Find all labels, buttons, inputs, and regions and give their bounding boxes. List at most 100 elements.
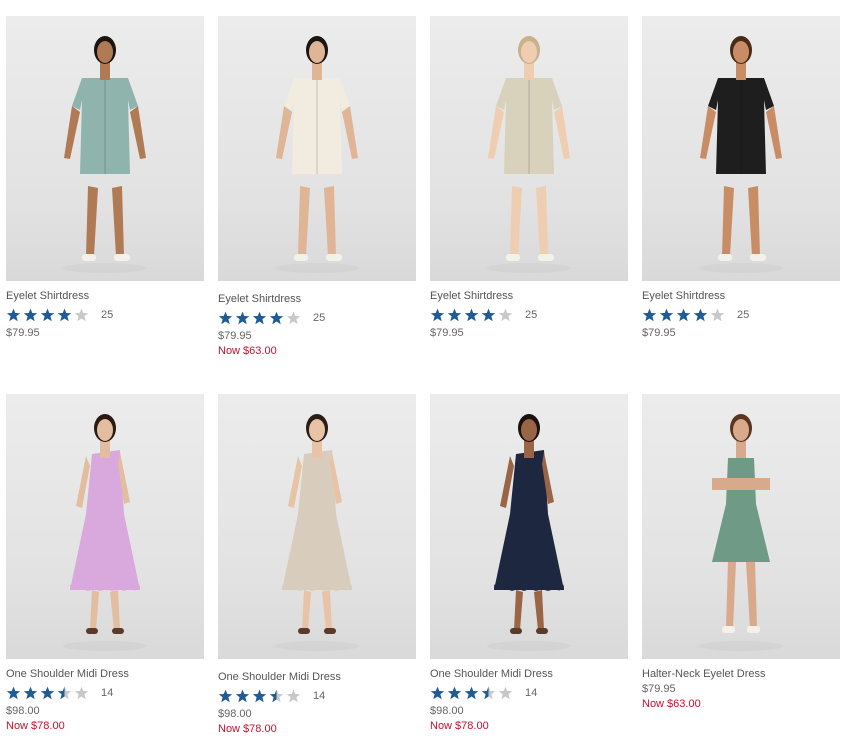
star-icon (218, 311, 233, 325)
product-name[interactable]: Eyelet Shirtdress (430, 290, 628, 303)
star-icon (57, 308, 72, 322)
product-card[interactable]: One Shoulder Midi Dress 14 $98.00 Now $7… (430, 394, 628, 733)
star-icon (286, 311, 301, 325)
review-count: 25 (313, 312, 326, 324)
sale-price: Now $78.00 (6, 720, 65, 732)
model-photo (699, 414, 783, 651)
product-price: $98.00 (218, 708, 252, 720)
review-count: 14 (313, 690, 326, 702)
product-card[interactable]: Halter-Neck Eyelet Dress $79.95 Now $63.… (642, 394, 840, 711)
star-icon (430, 686, 445, 700)
product-rating[interactable]: 25 (642, 306, 840, 324)
product-card[interactable]: One Shoulder Midi Dress 14 $98.00 Now $7… (218, 394, 416, 736)
star-icon (676, 308, 691, 322)
sale-price: Now $78.00 (430, 720, 489, 732)
star-rating (218, 689, 303, 703)
model-photo (487, 414, 571, 651)
sale-price: Now $78.00 (218, 723, 277, 735)
star-rating (642, 308, 727, 322)
star-icon (57, 686, 72, 700)
review-count: 25 (101, 309, 114, 321)
star-icon (6, 686, 21, 700)
sale-price: Now $63.00 (642, 698, 701, 710)
review-count: 14 (101, 687, 114, 699)
star-icon (40, 686, 55, 700)
review-count: 25 (525, 309, 538, 321)
star-icon (642, 308, 657, 322)
product-price: $79.95 (642, 683, 676, 695)
model-photo (63, 414, 147, 651)
product-name[interactable]: One Shoulder Midi Dress (6, 668, 204, 681)
review-count: 14 (525, 687, 538, 699)
product-image[interactable] (430, 16, 628, 281)
star-rating (430, 686, 515, 700)
star-icon (269, 311, 284, 325)
product-image[interactable] (6, 16, 204, 281)
product-image[interactable] (218, 16, 416, 281)
product-image[interactable] (6, 394, 204, 659)
product-image[interactable] (642, 16, 840, 281)
product-price: $79.95 (642, 327, 676, 339)
product-name[interactable]: One Shoulder Midi Dress (218, 671, 416, 684)
star-icon (23, 308, 38, 322)
product-card[interactable]: Eyelet Shirtdress 25 $79.95 Now $63.00 (218, 16, 416, 358)
product-rating[interactable]: 25 (430, 306, 628, 324)
star-rating (6, 308, 91, 322)
product-price: $79.95 (430, 327, 464, 339)
product-rating[interactable]: 14 (218, 687, 416, 705)
star-icon (286, 689, 301, 703)
star-icon (252, 311, 267, 325)
sale-price: Now $63.00 (218, 345, 277, 357)
star-icon (23, 686, 38, 700)
model-photo (487, 36, 571, 273)
product-card[interactable]: Eyelet Shirtdress 25 $79.95 (6, 16, 204, 342)
review-count: 25 (737, 309, 750, 321)
star-icon (659, 308, 674, 322)
product-price: $98.00 (430, 705, 464, 717)
model-photo (699, 36, 783, 273)
star-icon (464, 686, 479, 700)
star-icon (252, 689, 267, 703)
product-name[interactable]: Halter-Neck Eyelet Dress (642, 668, 840, 681)
star-icon (481, 686, 496, 700)
star-icon (447, 308, 462, 322)
product-price: $79.95 (6, 327, 40, 339)
model-photo (63, 36, 147, 273)
model-photo (275, 414, 359, 651)
star-icon (498, 686, 513, 700)
star-icon (269, 689, 284, 703)
product-rating[interactable]: 25 (6, 306, 204, 324)
star-icon (481, 308, 496, 322)
product-card[interactable]: Eyelet Shirtdress 25 $79.95 (642, 16, 840, 342)
product-price: $98.00 (6, 705, 40, 717)
product-card[interactable]: One Shoulder Midi Dress 14 $98.00 Now $7… (6, 394, 204, 733)
product-image[interactable] (430, 394, 628, 659)
product-name[interactable]: Eyelet Shirtdress (6, 290, 204, 303)
star-rating (6, 686, 91, 700)
star-icon (74, 686, 89, 700)
product-rating[interactable]: 25 (218, 309, 416, 327)
star-icon (464, 308, 479, 322)
product-image[interactable] (218, 394, 416, 659)
product-name[interactable]: Eyelet Shirtdress (218, 293, 416, 306)
product-image[interactable] (642, 394, 840, 659)
star-rating (430, 308, 515, 322)
star-icon (74, 308, 89, 322)
star-icon (430, 308, 445, 322)
star-icon (218, 689, 233, 703)
product-rating[interactable]: 14 (6, 684, 204, 702)
star-icon (498, 308, 513, 322)
product-name[interactable]: One Shoulder Midi Dress (430, 668, 628, 681)
star-icon (6, 308, 21, 322)
star-icon (40, 308, 55, 322)
star-icon (710, 308, 725, 322)
model-photo (275, 36, 359, 273)
star-rating (218, 311, 303, 325)
star-icon (447, 686, 462, 700)
product-name[interactable]: Eyelet Shirtdress (642, 290, 840, 303)
star-icon (235, 311, 250, 325)
star-icon (693, 308, 708, 322)
product-rating[interactable]: 14 (430, 684, 628, 702)
product-card[interactable]: Eyelet Shirtdress 25 $79.95 (430, 16, 628, 342)
product-price: $79.95 (218, 330, 252, 342)
